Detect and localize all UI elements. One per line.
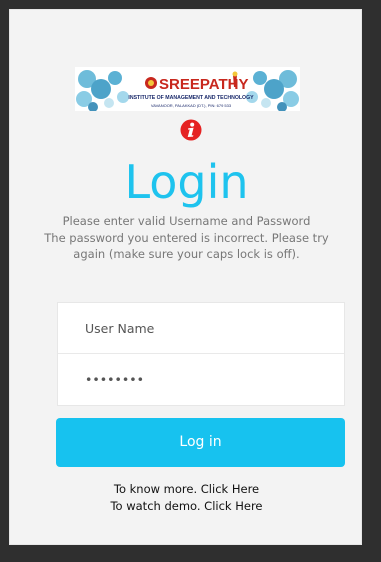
username-field-wrapper: [58, 303, 344, 354]
watch-demo-link[interactable]: To watch demo. Click Here: [10, 499, 363, 514]
page-title: Login: [124, 155, 249, 209]
credentials-form: [57, 302, 345, 406]
logo-subtitle: INSTITUTE OF MANAGEMENT AND TECHNOLOGY: [128, 95, 254, 101]
password-field-wrapper: [58, 354, 344, 405]
know-more-link-label[interactable]: To know more. Click Here: [114, 482, 259, 496]
login-button[interactable]: Log in: [56, 418, 345, 467]
login-card: SREEPATHY INSTITUTE OF MANAGEMENT AND TE…: [9, 9, 362, 545]
login-instruction: Please enter valid Username and Password: [62, 214, 311, 228]
username-input[interactable]: [58, 303, 344, 353]
logo-address: VAVANOOR, PALAKKAD (DT.), PIN: 679 533: [151, 103, 232, 108]
password-input[interactable]: [58, 354, 344, 405]
error-message: The password you entered is incorrect. P…: [44, 231, 329, 261]
know-more-link[interactable]: To know more. Click Here: [10, 482, 363, 497]
institute-logo: SREEPATHY INSTITUTE OF MANAGEMENT AND TE…: [75, 67, 300, 111]
error-info-icon: [180, 119, 202, 141]
watch-demo-link-label[interactable]: To watch demo. Click Here: [110, 499, 262, 513]
